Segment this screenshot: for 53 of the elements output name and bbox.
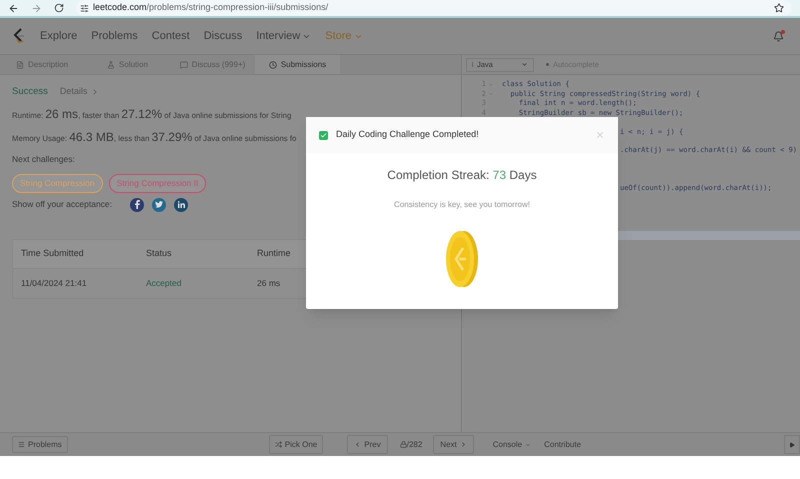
dialog-message: Consistency is key, see you tomorrow! bbox=[394, 199, 530, 211]
table-cell-text: 11/04/2024 21:41 bbox=[20, 276, 88, 290]
notification-bell-icon[interactable] bbox=[773, 30, 784, 42]
column-header: Time Submitted bbox=[20, 247, 85, 260]
pick-one-button[interactable]: Pick One bbox=[268, 435, 324, 454]
console-toggle[interactable]: Console bbox=[492, 438, 532, 450]
next-button[interactable]: Next bbox=[433, 435, 474, 454]
bookmark-star-icon[interactable] bbox=[774, 3, 784, 13]
nav-link[interactable]: Problems bbox=[91, 28, 138, 44]
menu-icon bbox=[18, 441, 25, 448]
play-icon bbox=[789, 442, 795, 448]
chevron-left-icon bbox=[354, 441, 362, 448]
coin-icon bbox=[445, 230, 479, 288]
prev-button[interactable]: Prev bbox=[347, 435, 388, 454]
table-cell[interactable]: Accepted bbox=[138, 276, 249, 290]
nav-link[interactable]: Contest bbox=[152, 28, 190, 44]
details-link[interactable]: Details bbox=[60, 85, 100, 99]
address-bar[interactable]: leetcode.com/problems/string-compression-iii/submissions/ bbox=[76, 0, 792, 16]
status-text: Success bbox=[12, 85, 48, 99]
chevron-down-icon bbox=[521, 61, 528, 68]
column-header: Runtime bbox=[256, 247, 292, 260]
forward-icon[interactable] bbox=[31, 2, 42, 14]
nav-link[interactable]: Discuss bbox=[204, 28, 242, 44]
reload-icon[interactable] bbox=[54, 3, 64, 13]
facebook-icon[interactable] bbox=[130, 198, 144, 212]
table-cell-text: 26 ms bbox=[256, 276, 282, 290]
nav-menu[interactable]: Store bbox=[325, 28, 363, 44]
linkedin-icon[interactable] bbox=[174, 198, 188, 212]
next-challenges-label: Next challenges: bbox=[12, 153, 76, 166]
url-text: leetcode.com/problems/string-compression-iii/submissions/ bbox=[93, 1, 328, 14]
tab[interactable]: Submissions bbox=[255, 55, 340, 74]
tab-icon bbox=[180, 60, 188, 68]
chevron-down-icon bbox=[525, 442, 532, 448]
twitter-icon[interactable] bbox=[152, 198, 166, 212]
share-label: Show off your acceptance: bbox=[12, 198, 112, 212]
run-button[interactable] bbox=[784, 435, 800, 454]
tab-icon bbox=[16, 60, 24, 68]
logo-icon[interactable] bbox=[12, 28, 26, 44]
streak-text: Completion Streak: 73 Days bbox=[387, 167, 537, 184]
contribute-link[interactable]: Contribute bbox=[544, 438, 582, 450]
shuffle-icon bbox=[274, 441, 282, 448]
back-icon[interactable] bbox=[8, 2, 19, 14]
dialog-title: Daily Coding Challenge Completed! bbox=[336, 128, 479, 142]
problems-button[interactable]: Problems bbox=[12, 436, 68, 453]
site-info-icon[interactable] bbox=[80, 4, 89, 12]
lock-icon bbox=[400, 441, 407, 448]
chevron-right-icon bbox=[460, 441, 467, 448]
column-header: Status bbox=[145, 247, 173, 260]
nav-link[interactable]: Explore bbox=[40, 28, 78, 44]
nav-menu[interactable]: Interview bbox=[256, 28, 312, 44]
tab-icon bbox=[268, 60, 277, 68]
tab-icon bbox=[107, 60, 116, 68]
problem-counter: /282 bbox=[400, 438, 422, 450]
